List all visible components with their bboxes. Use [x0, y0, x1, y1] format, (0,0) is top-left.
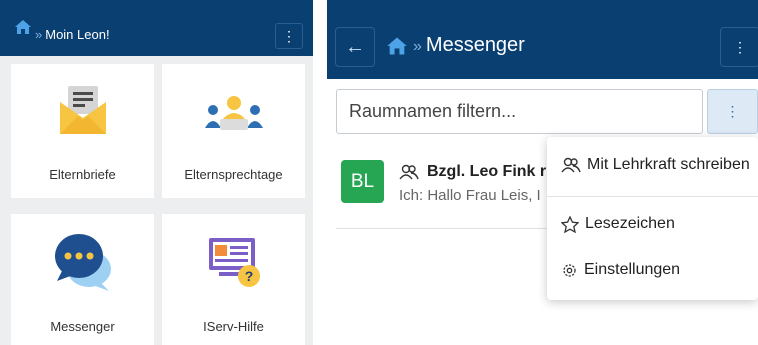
kebab-icon: ⋮: [733, 38, 747, 55]
tile-label: Elternbriefe: [49, 167, 116, 182]
chat-bubbles-icon: [54, 234, 111, 291]
menu-item-label: Einstellungen: [584, 261, 681, 278]
star-icon: [561, 215, 579, 233]
gear-icon: [563, 263, 576, 277]
messenger-header: ← » Messenger ⋮: [327, 0, 758, 79]
tile-messenger[interactable]: Messenger: [11, 214, 154, 345]
envelope-letter-icon: [59, 86, 106, 134]
filter-placeholder: Raumnamen filtern...: [349, 101, 517, 121]
dashboard-panel: » Moin Leon! ⋮ Elternbriefe Elternsprecht…: [0, 0, 313, 345]
dashboard-menu-button[interactable]: ⋮: [275, 23, 303, 49]
arrow-left-icon: ←: [345, 35, 365, 58]
room-name: Bzgl. Leo Fink r: [427, 163, 547, 180]
tile-label: Messenger: [50, 319, 115, 334]
divider: [336, 228, 550, 229]
back-button[interactable]: ←: [335, 27, 375, 67]
avatar: BL: [341, 160, 384, 203]
messenger-menu-button[interactable]: ⋮: [720, 27, 758, 67]
menu-item-settings[interactable]: Einstellungen: [561, 261, 680, 279]
menu-item-bookmarks[interactable]: Lesezeichen: [561, 215, 675, 233]
menu-item-label: Lesezeichen: [585, 215, 675, 232]
tile-label: IServ-Hilfe: [203, 319, 264, 334]
home-icon[interactable]: [386, 36, 408, 56]
menu-item-write-teacher[interactable]: Mit Lehrkraft schreiben: [561, 156, 750, 174]
kebab-icon: ⋮: [725, 103, 740, 119]
svg-text:?: ?: [244, 268, 253, 284]
people-icon: [561, 157, 581, 173]
help-screen-icon: ?: [208, 238, 260, 287]
tile-elternsprechtage[interactable]: Elternsprechtage: [162, 64, 305, 198]
kebab-icon: ⋮: [282, 27, 296, 44]
options-dropdown: Mit Lehrkraft schreiben Lesezeichen Eins…: [547, 137, 758, 300]
room-last-message: Ich: Hallo Frau Leis, I: [399, 187, 541, 204]
tile-iserv-hilfe[interactable]: ? IServ-Hilfe: [162, 214, 305, 345]
parent-meeting-icon: [204, 96, 263, 130]
home-icon[interactable]: [14, 19, 32, 35]
room-filter-input[interactable]: Raumnamen filtern...: [336, 89, 703, 134]
divider: [547, 196, 758, 197]
messenger-panel: ← » Messenger ⋮ Raumnamen filtern... ⋮ BL…: [327, 0, 758, 345]
greeting-text: Moin Leon!: [45, 27, 110, 42]
people-icon: [399, 164, 419, 180]
page-title: Messenger: [425, 34, 525, 56]
menu-item-label: Mit Lehrkraft schreiben: [587, 156, 750, 173]
tile-elternbriefe[interactable]: Elternbriefe: [11, 64, 154, 198]
tile-label: Elternsprechtage: [184, 167, 283, 182]
room-options-button[interactable]: ⋮: [707, 89, 758, 134]
dashboard-header: » Moin Leon! ⋮: [0, 0, 313, 56]
